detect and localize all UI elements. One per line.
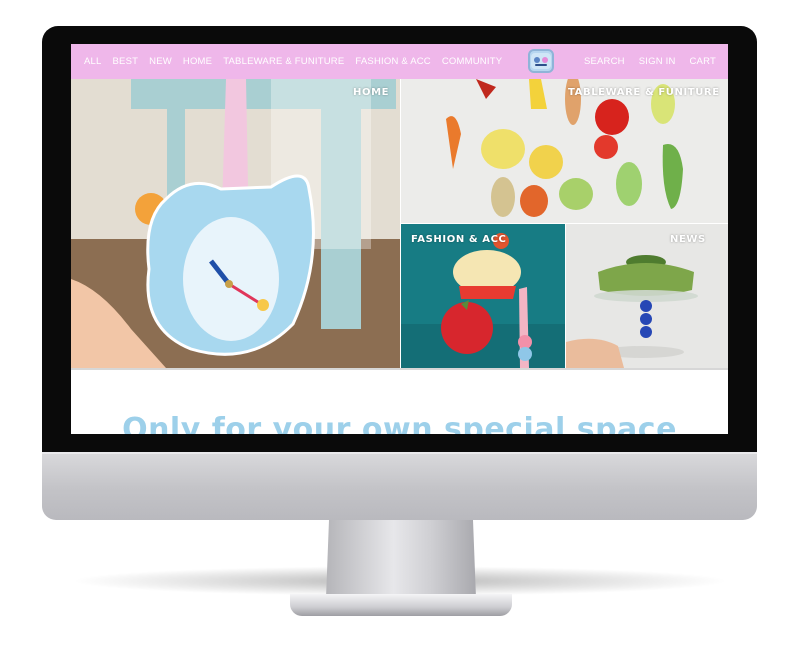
news-tile-label: NEWS: [670, 234, 706, 245]
hero-headline: Only for your own special space: [122, 412, 677, 434]
nav-right-group: SEARCH SIGN IN CART: [584, 44, 716, 79]
nav-community[interactable]: COMMUNITY: [442, 56, 502, 67]
nav-search[interactable]: SEARCH: [584, 56, 625, 67]
nav-home[interactable]: HOME: [183, 56, 212, 67]
tableware-tile-label: TABLEWARE & FUNITURE: [568, 87, 720, 98]
cake-stand-photo: [566, 224, 728, 368]
tableware-category-tile[interactable]: TABLEWARE & FUNITURE: [401, 79, 728, 223]
website-screen: ALL BEST NEW HOME TABLEWARE & FUNITURE F…: [71, 44, 728, 434]
nav-fashion[interactable]: FASHION & ACC: [355, 56, 430, 67]
apple-accessory-photo: [401, 224, 565, 368]
category-grid: HOME TABLEWARE & FUNITURE FASHION & ACC …: [71, 79, 728, 368]
news-category-tile[interactable]: NEWS: [566, 224, 728, 368]
nav-best[interactable]: BEST: [113, 56, 139, 67]
monitor-stand-neck: [326, 520, 476, 598]
home-category-tile[interactable]: HOME: [71, 79, 400, 368]
nav-sign-in[interactable]: SIGN IN: [639, 56, 676, 67]
monitor-chin-edge: [42, 452, 757, 454]
nav-left-group: ALL BEST NEW HOME TABLEWARE & FUNITURE F…: [71, 56, 502, 67]
section-divider: [71, 368, 728, 370]
nav-tableware[interactable]: TABLEWARE & FUNITURE: [223, 56, 344, 67]
fashion-category-tile[interactable]: FASHION & ACC: [401, 224, 565, 368]
home-tile-label: HOME: [353, 87, 390, 98]
monitor-chin: [42, 452, 757, 520]
nav-cart[interactable]: CART: [690, 56, 717, 67]
site-logo[interactable]: [528, 49, 554, 73]
top-navigation: ALL BEST NEW HOME TABLEWARE & FUNITURE F…: [71, 44, 728, 79]
logo-icon: [531, 53, 551, 69]
clock-photo: [71, 79, 400, 368]
fashion-tile-label: FASHION & ACC: [411, 234, 507, 245]
nav-all[interactable]: ALL: [84, 56, 102, 67]
monitor-stand-base: [290, 594, 512, 616]
nav-new[interactable]: NEW: [149, 56, 172, 67]
vegetable-dishes-photo: [401, 79, 728, 223]
